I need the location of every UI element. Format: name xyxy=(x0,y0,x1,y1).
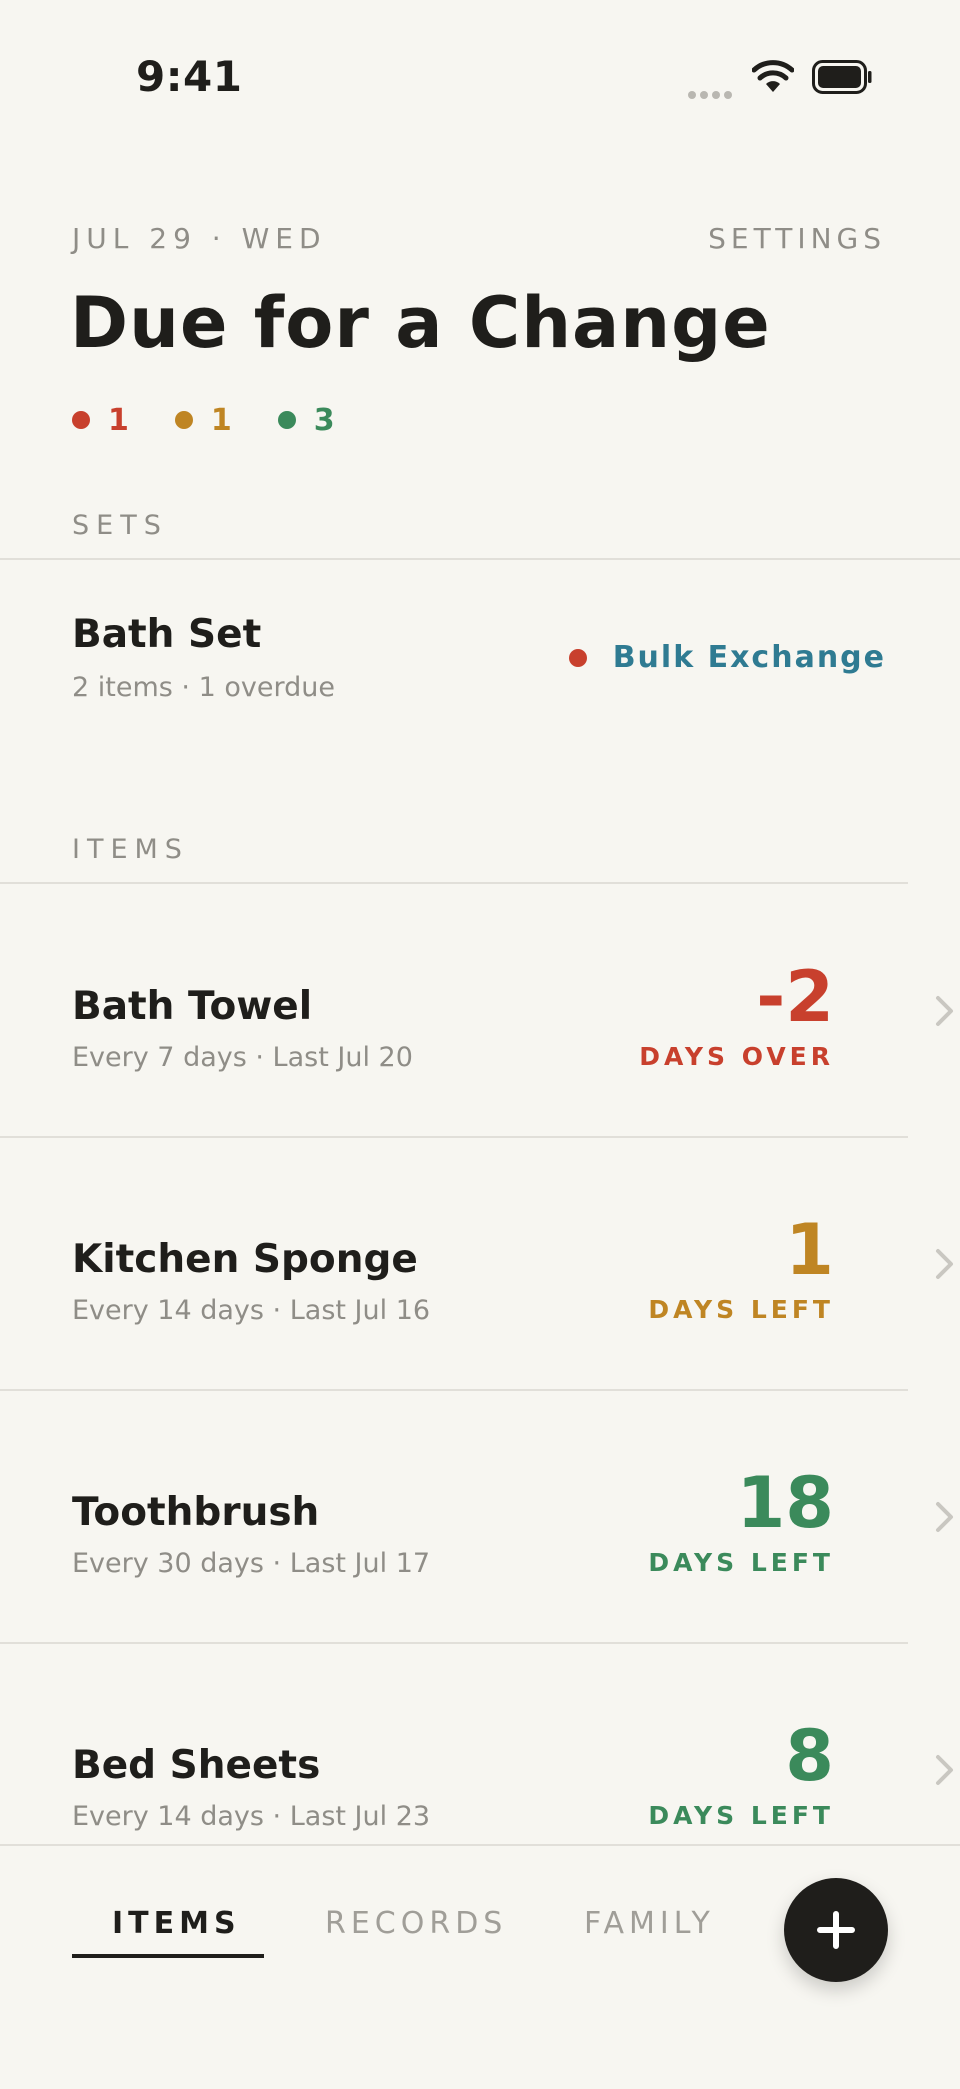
item-row-bed-sheets[interactable]: Bed Sheets Every 14 days · Last Jul 23 8… xyxy=(0,1643,960,1843)
item-schedule: Every 14 days · Last Jul 23 xyxy=(72,1801,431,1832)
overdue-count: 1 xyxy=(72,403,129,438)
status-dot-icon xyxy=(174,411,193,429)
items-section-label: ITEMS xyxy=(72,834,189,865)
chevron-right-icon xyxy=(936,1249,953,1279)
bulk-exchange-label: Bulk Exchange xyxy=(612,640,886,675)
plus-icon xyxy=(817,1911,855,1949)
item-name: Kitchen Sponge xyxy=(72,1237,418,1282)
chevron-right-icon xyxy=(936,1502,953,1532)
days-label: DAYS LEFT xyxy=(648,1295,834,1324)
status-dot-icon xyxy=(568,648,587,667)
status-summary: 1 1 3 xyxy=(72,400,381,440)
settings-link[interactable]: SETTINGS xyxy=(708,222,886,255)
set-name: Bath Set xyxy=(72,612,262,657)
item-schedule: Every 7 days · Last Jul 20 xyxy=(72,1042,413,1073)
cellular-signal-icon xyxy=(688,84,736,103)
add-item-button[interactable] xyxy=(784,1878,888,1982)
item-name: Bath Towel xyxy=(72,984,313,1029)
item-row-toothbrush[interactable]: Toothbrush Every 30 days · Last Jul 17 1… xyxy=(0,1390,960,1642)
set-summary: 2 items · 1 overdue xyxy=(72,672,335,703)
due-soon-count-value: 1 xyxy=(210,402,232,438)
item-row-bath-towel[interactable]: Bath Towel Every 7 days · Last Jul 20 -2… xyxy=(0,884,960,1136)
item-name: Toothbrush xyxy=(72,1490,320,1535)
battery-icon xyxy=(812,60,872,94)
item-schedule: Every 14 days · Last Jul 16 xyxy=(72,1295,431,1326)
status-bar: 9:41 xyxy=(0,0,960,150)
tab-items[interactable]: ITEMS xyxy=(112,1906,241,1941)
item-row-kitchen-sponge[interactable]: Kitchen Sponge Every 14 days · Last Jul … xyxy=(0,1137,960,1389)
tab-records[interactable]: RECORDS xyxy=(325,1906,507,1941)
days-label: DAYS OVER xyxy=(639,1042,834,1071)
status-time: 9:41 xyxy=(136,52,243,101)
bulk-exchange-button[interactable]: Bulk Exchange xyxy=(568,640,886,675)
ok-count: 3 xyxy=(277,402,335,438)
days-value: 18 xyxy=(736,1462,834,1544)
days-label: DAYS LEFT xyxy=(648,1548,834,1577)
days-value: -2 xyxy=(756,956,834,1038)
item-schedule: Every 30 days · Last Jul 17 xyxy=(72,1548,431,1579)
days-label: DAYS LEFT xyxy=(648,1801,834,1830)
overdue-count-value: 1 xyxy=(108,402,129,438)
ok-count-value: 3 xyxy=(313,402,335,438)
active-tab-indicator xyxy=(72,1954,264,1958)
status-dot-icon xyxy=(72,411,90,429)
tab-family[interactable]: FAMILY xyxy=(584,1906,715,1941)
item-name: Bed Sheets xyxy=(72,1743,321,1788)
chevron-right-icon xyxy=(936,996,953,1026)
chevron-right-icon xyxy=(936,1755,953,1785)
wifi-icon xyxy=(752,60,794,92)
due-soon-count: 1 xyxy=(174,402,232,438)
status-dot-icon xyxy=(277,411,296,429)
sets-section-label: SETS xyxy=(72,510,168,541)
days-value: 1 xyxy=(785,1209,834,1291)
days-value: 8 xyxy=(785,1715,834,1797)
page-title: Due for a Change xyxy=(70,282,771,364)
current-date: JUL 29 · WED xyxy=(72,222,327,255)
